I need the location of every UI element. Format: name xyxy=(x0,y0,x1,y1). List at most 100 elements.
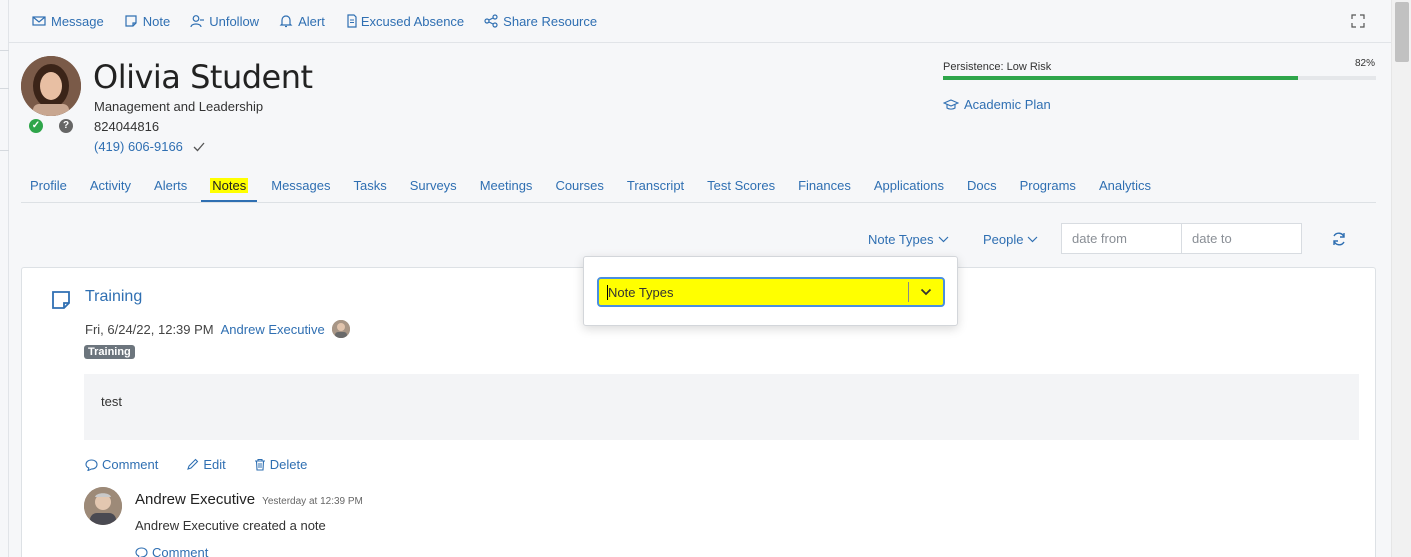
text-caret xyxy=(607,284,608,300)
tab-tasks[interactable]: Tasks xyxy=(344,172,395,202)
note-types-select-value[interactable]: Note Types xyxy=(599,284,908,300)
tab-label: Profile xyxy=(30,178,67,193)
tab-label: Analytics xyxy=(1098,178,1151,193)
note-button[interactable]: Note xyxy=(124,14,170,29)
student-name: Olivia Student xyxy=(93,58,313,96)
tab-label: Applications xyxy=(873,178,944,193)
tab-courses[interactable]: Courses xyxy=(546,172,612,202)
envelope-icon xyxy=(32,16,46,26)
refresh-icon[interactable] xyxy=(1331,231,1347,247)
tab-applications[interactable]: Applications xyxy=(865,172,953,202)
tab-label: Courses xyxy=(555,178,604,193)
reply-comment-button[interactable]: Comment xyxy=(135,545,208,557)
tab-test-scores[interactable]: Test Scores xyxy=(698,172,784,202)
note-types-select-label: Note Types xyxy=(608,284,674,300)
tab-messages[interactable]: Messages xyxy=(262,172,339,202)
tab-notes[interactable]: Notes xyxy=(201,172,258,202)
student-program: Management and Leadership xyxy=(94,99,264,114)
note-body: test xyxy=(84,374,1359,440)
comment-icon xyxy=(135,546,148,557)
chevron-down-icon xyxy=(920,288,932,296)
comment-button[interactable]: Comment xyxy=(85,457,158,472)
commenter-avatar xyxy=(84,487,122,525)
user-minus-icon xyxy=(190,15,205,28)
comment-label: Comment xyxy=(102,457,159,472)
excused-absence-button[interactable]: Excused Absence xyxy=(345,14,464,29)
student-id: 824044816 xyxy=(94,119,160,134)
delete-button[interactable]: Delete xyxy=(254,457,308,472)
tab-label: Alerts xyxy=(154,178,188,193)
action-bar: Message Note Unfollow Alert Excused Abse… xyxy=(9,0,1391,43)
tab-label: Programs xyxy=(1019,178,1076,193)
note-timestamp: Fri, 6/24/22, 12:39 PM xyxy=(85,321,214,337)
comment-text: Andrew Executive created a note xyxy=(135,518,326,533)
persistence-percent: 82% xyxy=(1355,58,1376,69)
tab-label: Docs xyxy=(966,178,997,193)
bell-icon xyxy=(279,15,293,28)
help-status-icon[interactable]: ? xyxy=(59,119,73,133)
tab-label: Notes xyxy=(210,178,249,193)
chevron-down-icon xyxy=(938,236,948,243)
tab-analytics[interactable]: Analytics xyxy=(1090,172,1160,202)
profile-tabs: Profile Activity Alerts Notes Messages Tasks S… xyxy=(21,172,1376,203)
left-gutter xyxy=(0,0,9,557)
persistence-bar-fill xyxy=(943,76,1299,80)
note-author-link[interactable]: Andrew Executive xyxy=(221,322,325,337)
note-meta: Fri, 6/24/22, 12:39 PM Andrew Executive xyxy=(85,320,350,338)
tab-docs[interactable]: Docs xyxy=(958,172,1006,202)
edit-button[interactable]: Edit xyxy=(186,457,226,472)
comment-author: Andrew Executive xyxy=(135,491,256,508)
tab-finances[interactable]: Finances xyxy=(789,172,860,202)
tab-label: Transcript xyxy=(626,178,685,193)
tab-meetings[interactable]: Meetings xyxy=(471,172,542,202)
alert-label: Alert xyxy=(298,13,325,29)
document-icon xyxy=(347,14,357,28)
tab-profile[interactable]: Profile xyxy=(21,172,76,202)
note-types-filter-label: Note Types xyxy=(868,232,934,247)
note-label: Note xyxy=(142,13,171,29)
date-to-input[interactable] xyxy=(1181,223,1302,254)
student-phone[interactable]: (419) 606-9166 xyxy=(94,139,205,154)
tab-programs[interactable]: Programs xyxy=(1011,172,1085,202)
tab-label: Meetings xyxy=(479,178,533,193)
delete-label: Delete xyxy=(269,457,308,472)
unfollow-button[interactable]: Unfollow xyxy=(190,14,259,29)
reply-comment-label: Comment xyxy=(152,545,209,557)
people-filter-label: People xyxy=(983,232,1024,247)
note-type-badge: Training xyxy=(84,345,135,359)
scrollbar[interactable] xyxy=(1391,0,1411,557)
graduation-cap-icon xyxy=(943,98,959,110)
note-types-select[interactable]: Note Types xyxy=(597,277,945,307)
tab-label: Activity xyxy=(89,178,132,193)
expand-icon[interactable] xyxy=(1351,14,1365,28)
comment-time: Yesterday at 12:39 PM xyxy=(262,496,363,507)
tab-activity[interactable]: Activity xyxy=(81,172,140,202)
author-avatar xyxy=(331,320,350,338)
message-label: Message xyxy=(51,13,104,29)
unfollow-label: Unfollow xyxy=(209,13,260,29)
people-filter[interactable]: People xyxy=(983,232,1038,247)
note-icon xyxy=(125,15,137,27)
date-from-input[interactable] xyxy=(1061,223,1182,254)
tab-label: Finances xyxy=(798,178,851,193)
tab-transcript[interactable]: Transcript xyxy=(618,172,693,202)
note-actions: Comment Edit Delete xyxy=(85,457,307,472)
comment-icon xyxy=(85,458,98,471)
message-button[interactable]: Message xyxy=(32,14,104,29)
tab-alerts[interactable]: Alerts xyxy=(145,172,196,202)
scrollbar-thumb[interactable] xyxy=(1395,2,1409,62)
note-types-popover: Note Types xyxy=(583,256,958,326)
tab-surveys[interactable]: Surveys xyxy=(401,172,466,202)
phone-number[interactable]: (419) 606-9166 xyxy=(94,139,183,154)
tab-label: Surveys xyxy=(409,178,457,193)
select-dropdown-toggle[interactable] xyxy=(909,288,943,296)
academic-plan-link[interactable]: Academic Plan xyxy=(943,97,1051,112)
note-title[interactable]: Training xyxy=(85,288,142,306)
academic-plan-label: Academic Plan xyxy=(964,97,1051,112)
note-types-filter[interactable]: Note Types xyxy=(868,232,949,247)
checkmark-icon xyxy=(193,142,205,151)
comment-header: Andrew Executive Yesterday at 12:39 PM xyxy=(135,491,363,508)
alert-button[interactable]: Alert xyxy=(279,14,325,29)
share-resource-button[interactable]: Share Resource xyxy=(484,14,597,29)
chevron-down-icon xyxy=(1028,236,1038,243)
